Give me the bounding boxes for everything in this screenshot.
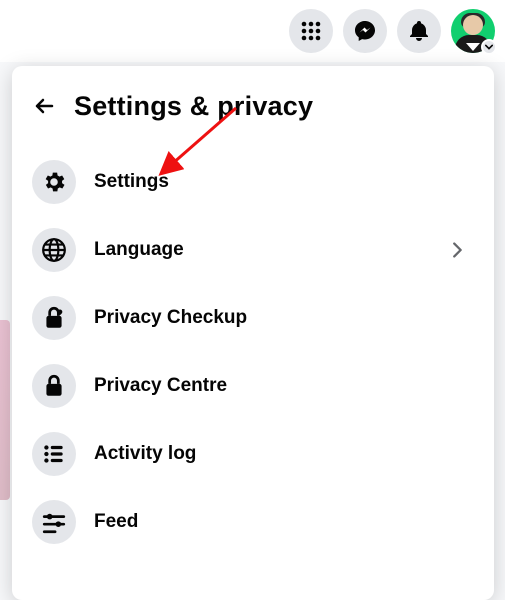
menu-item-label: Privacy Checkup — [94, 307, 247, 329]
menu-item-privacy-centre[interactable]: Privacy Centre — [20, 352, 486, 420]
lock-icon — [32, 364, 76, 408]
back-button[interactable] — [26, 88, 62, 124]
bell-icon — [407, 19, 431, 43]
messenger-button[interactable] — [343, 9, 387, 53]
panel-header: Settings & privacy — [20, 78, 486, 148]
account-menu[interactable] — [451, 9, 495, 53]
menu-item-feed[interactable]: Feed — [20, 488, 486, 556]
gear-icon — [32, 160, 76, 204]
menu-item-label: Language — [94, 239, 184, 261]
list-icon — [32, 432, 76, 476]
grid-icon — [301, 21, 321, 41]
lock-heart-icon — [32, 296, 76, 340]
menu-item-label: Settings — [94, 171, 169, 193]
menu-item-privacy-checkup[interactable]: Privacy Checkup — [20, 284, 486, 352]
menu-item-settings[interactable]: Settings — [20, 148, 486, 216]
messenger-icon — [353, 19, 377, 43]
menu-item-label: Privacy Centre — [94, 375, 227, 397]
menu-item-label: Feed — [94, 511, 138, 533]
arrow-left-icon — [32, 94, 56, 118]
apps-menu-button[interactable] — [289, 9, 333, 53]
sliders-icon — [32, 500, 76, 544]
menu-item-label: Activity log — [94, 443, 196, 465]
settings-privacy-panel: Settings & privacy Settings Language Pri… — [12, 66, 494, 600]
menu-item-activity-log[interactable]: Activity log — [20, 420, 486, 488]
chevron-down-icon — [481, 39, 497, 55]
top-bar — [0, 0, 505, 62]
chevron-right-icon — [446, 239, 468, 261]
background-strip — [0, 320, 10, 500]
notifications-button[interactable] — [397, 9, 441, 53]
panel-title: Settings & privacy — [74, 91, 313, 122]
globe-icon — [32, 228, 76, 272]
menu-item-language[interactable]: Language — [20, 216, 486, 284]
